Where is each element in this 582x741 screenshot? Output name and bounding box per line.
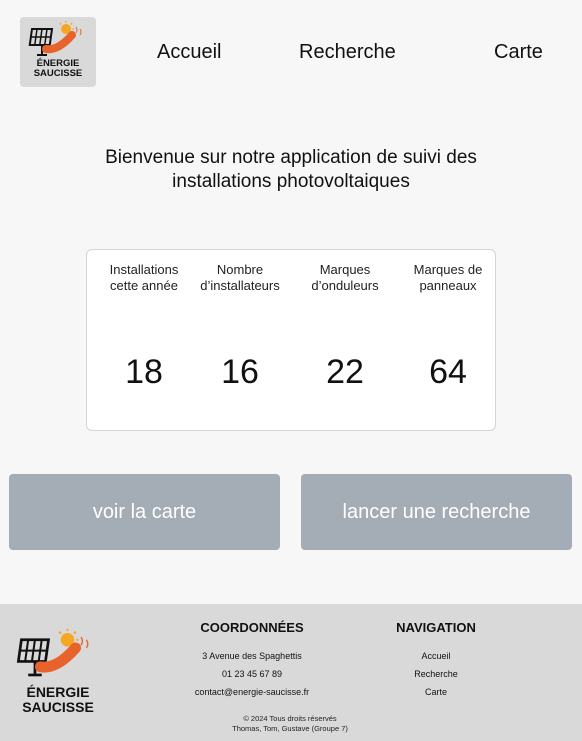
stat-value: 18 (125, 353, 163, 391)
footer-contact: COORDONNÉES 3 Avenue des Spaghettis 01 2… (182, 620, 322, 701)
nav-accueil[interactable]: Accueil (157, 41, 221, 64)
footer-phone: 01 23 45 67 89 (221, 669, 283, 679)
stat-label: Nombre d’installateurs (200, 262, 280, 293)
footer-nav-accueil[interactable]: Accueil (386, 647, 486, 665)
stat-installations: Installations cette année 18 (94, 262, 194, 392)
solar-sausage-icon (28, 21, 82, 56)
welcome-text: Bienvenue sur notre application de suivi… (105, 147, 477, 192)
stat-value: 64 (429, 353, 467, 391)
stat-installers: Nombre d’installateurs 16 (190, 262, 290, 392)
footer-address: 3 Avenue des Spaghettis (202, 651, 302, 661)
logo-text: ÉNERGIE SAUCISSE (33, 58, 83, 79)
footer-email[interactable]: contact@energie-saucisse.fr (182, 683, 322, 701)
logo-text: ÉNERGIE SAUCISSE (22, 684, 94, 715)
search-button[interactable]: lancer une recherche (301, 474, 572, 550)
authors-text: Thomas, Tom, Gustave (Groupe 7) (232, 724, 348, 733)
nav-recherche[interactable]: Recherche (299, 41, 396, 64)
solar-sausage-icon (16, 628, 89, 677)
header-logo[interactable]: ÉNERGIE SAUCISSE (20, 17, 96, 87)
stat-label: Installations cette année (109, 262, 179, 293)
footer-copyright: © 2024 Tous droits réservés Thomas, Tom,… (190, 714, 390, 734)
stats-card: Installations cette année 18 Nombre d’in… (86, 249, 496, 431)
footer-contact-title: COORDONNÉES (200, 620, 304, 635)
stat-panels: Marques de panneaux 64 (398, 262, 498, 392)
stat-label: Marques d’onduleurs (311, 262, 379, 293)
stat-label: Marques de panneaux (413, 262, 483, 293)
stat-inverters: Marques d’onduleurs 22 (295, 262, 395, 392)
footer-nav-title: NAVIGATION (396, 620, 476, 635)
stat-value: 22 (326, 353, 364, 391)
footer-nav-carte[interactable]: Carte (386, 683, 486, 701)
footer-nav-recherche[interactable]: Recherche (386, 665, 486, 683)
view-map-button[interactable]: voir la carte (9, 474, 280, 550)
copyright-text: © 2024 Tous droits réservés (243, 714, 337, 723)
footer-navigation: NAVIGATION Accueil Recherche Carte (386, 620, 486, 701)
footer: ÉNERGIE SAUCISSE COORDONNÉES 3 Avenue de… (0, 604, 582, 741)
stat-value: 16 (221, 353, 259, 391)
nav-carte[interactable]: Carte (494, 41, 543, 64)
